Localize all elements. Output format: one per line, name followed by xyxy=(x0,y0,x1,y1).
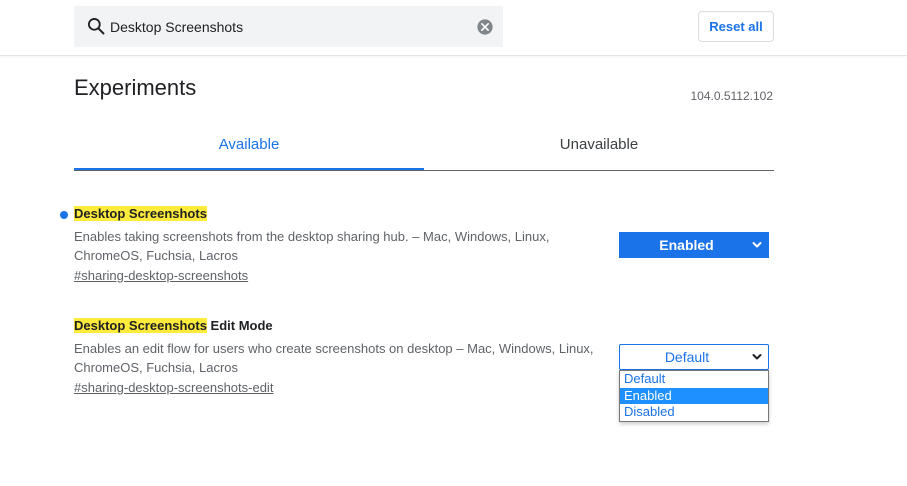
search-box[interactable] xyxy=(74,6,503,47)
search-match-highlight: Desktop Screenshots xyxy=(74,206,207,221)
select-value: Default xyxy=(664,349,710,365)
search-match-highlight: Desktop Screenshots xyxy=(74,318,207,333)
experiment-state-select[interactable]: Default xyxy=(619,344,769,370)
tab-available[interactable]: Available xyxy=(74,122,424,170)
experiment-description: Enables taking screenshots from the desk… xyxy=(74,229,550,263)
header: Reset all xyxy=(0,0,907,56)
chevron-down-icon xyxy=(752,242,762,248)
experiment-permalink[interactable]: #sharing-desktop-screenshots-edit xyxy=(74,380,273,395)
search-input[interactable] xyxy=(110,6,460,47)
tab-unavailable[interactable]: Unavailable xyxy=(424,122,774,168)
chevron-down-icon xyxy=(752,354,762,360)
select-value: Enabled xyxy=(659,237,714,253)
search-icon xyxy=(88,18,105,35)
modified-dot-icon xyxy=(60,211,68,219)
experiment-title: Desktop Screenshots Edit Mode xyxy=(74,317,774,335)
select-option-disabled[interactable]: Disabled xyxy=(620,404,768,421)
select-dropdown-list: Default Enabled Disabled xyxy=(619,370,769,422)
experiment-description: Enables an edit flow for users who creat… xyxy=(74,341,594,375)
experiment-permalink[interactable]: #sharing-desktop-screenshots xyxy=(74,268,248,283)
tab-bar: Available Unavailable xyxy=(74,122,774,171)
select-option-enabled[interactable]: Enabled xyxy=(620,387,768,404)
reset-all-button[interactable]: Reset all xyxy=(698,11,774,42)
version-label: 104.0.5112.102 xyxy=(690,89,773,103)
clear-icon[interactable] xyxy=(476,18,494,36)
experiment-state-select[interactable]: Enabled xyxy=(619,232,769,258)
select-option-default[interactable]: Default xyxy=(620,371,768,388)
experiment-title: Desktop Screenshots xyxy=(74,205,774,223)
page-title: Experiments xyxy=(74,75,197,100)
experiment-title-rest: Edit Mode xyxy=(206,318,273,333)
